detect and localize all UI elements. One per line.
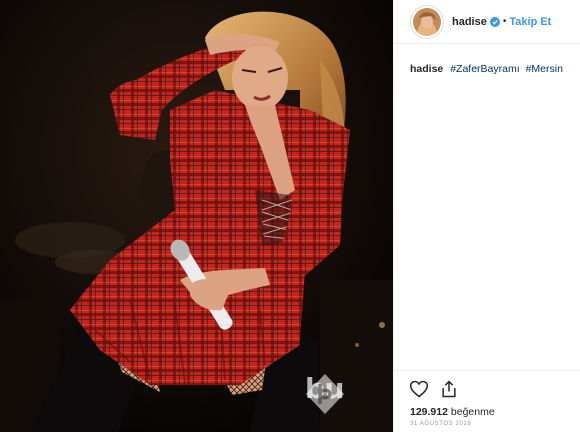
post-header: hadise • Takip Et xyxy=(394,0,580,44)
post-caption: hadise #ZaferBayramı #Mersin xyxy=(410,62,566,76)
concert-photo-image xyxy=(0,0,393,432)
post-actions: 129.912 beğenme 31 AĞUSTOS 2018 xyxy=(394,370,580,432)
likes-label: beğenme xyxy=(450,406,495,418)
avatar[interactable] xyxy=(410,4,444,39)
share-icon[interactable] xyxy=(439,379,459,399)
caption-username[interactable]: hadise xyxy=(410,63,443,75)
hashtag-link[interactable]: #ZaferBayramı xyxy=(450,63,519,75)
post-side-panel: hadise • Takip Et hadise #ZaferBayramı #… xyxy=(393,0,580,432)
watermark-logo-icon xyxy=(306,374,344,414)
post-photo[interactable]: bu xyxy=(0,0,393,432)
heart-icon[interactable] xyxy=(409,379,429,399)
avatar-image xyxy=(413,7,441,36)
follow-button[interactable]: Takip Et xyxy=(509,16,551,28)
likes-number: 129.912 xyxy=(410,406,448,418)
header-separator: • xyxy=(502,16,507,27)
post-date: 31 AĞUSTOS 2018 xyxy=(410,421,472,427)
header-username[interactable]: hadise xyxy=(452,16,487,28)
action-icons xyxy=(409,379,459,399)
watermark: bu xyxy=(303,372,344,414)
hashtag-link[interactable]: #Mersin xyxy=(526,63,563,75)
verified-badge-icon xyxy=(489,16,500,27)
instagram-post: bu hadise • Takip Et hadise #Z xyxy=(0,0,580,432)
likes-count[interactable]: 129.912 beğenme xyxy=(410,406,495,418)
